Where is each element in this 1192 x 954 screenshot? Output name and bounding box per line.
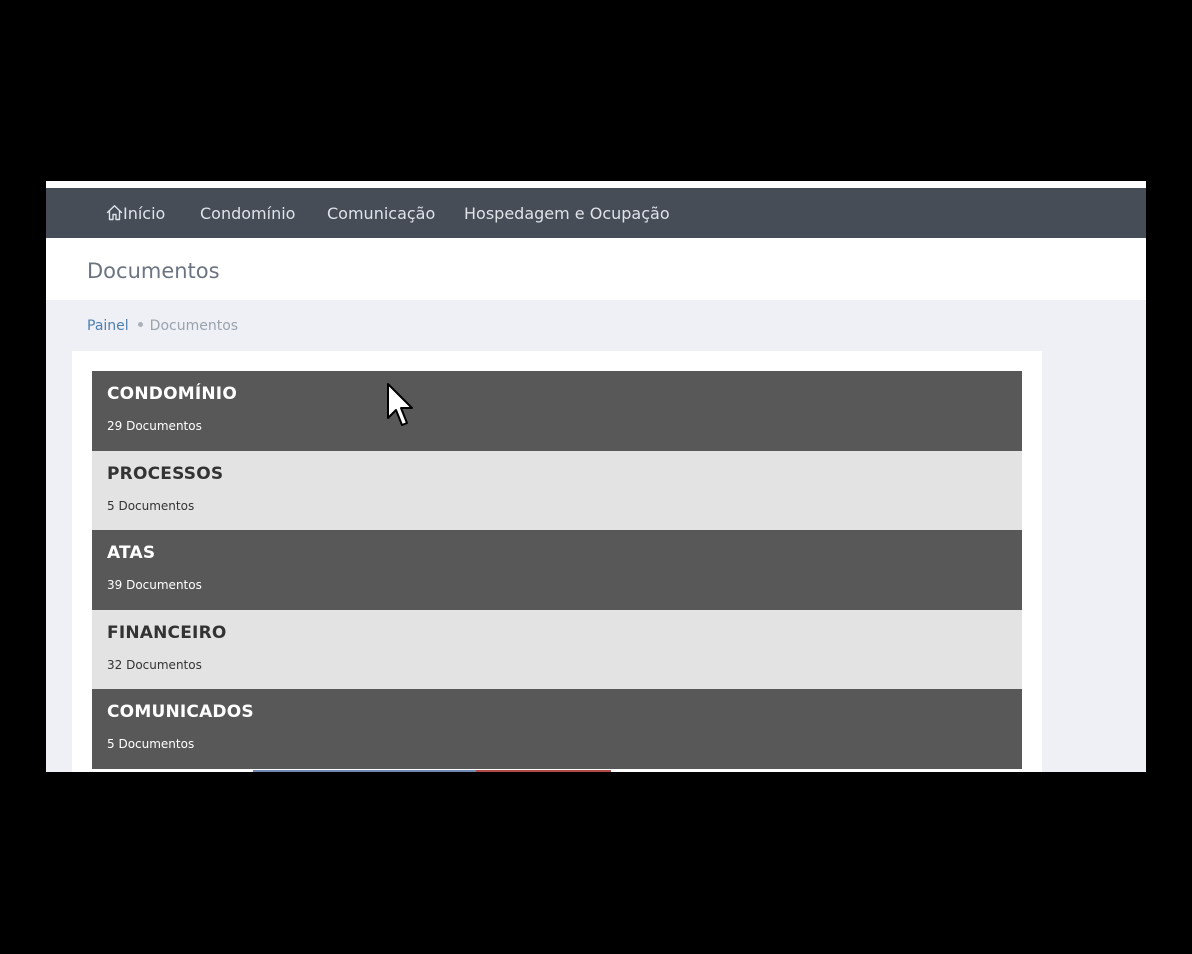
page-title: Documentos [87,259,220,283]
folder-item-processos[interactable]: PROCESSOS 5 Documentos [92,451,1022,530]
nav-item-label: Hospedagem e Ocupação [464,204,670,223]
folder-name: FINANCEIRO [107,623,227,643]
main-navbar: Início Condomínio Comunicação Hospedagem… [46,188,1146,238]
folder-count: 39 Documentos [107,578,202,592]
home-icon [106,205,123,221]
partial-social-strip [253,770,483,772]
nav-item-comunicacao[interactable]: Comunicação [327,204,435,224]
folder-name: CONDOMÍNIO [107,384,237,404]
breadcrumb: Painel Documentos [87,318,238,334]
folder-item-financeiro[interactable]: FINANCEIRO 32 Documentos [92,610,1022,689]
nav-item-label: Início [123,204,166,223]
documents-card: CONDOMÍNIO 29 Documentos PROCESSOS 5 Doc… [72,351,1042,772]
app-window: Início Condomínio Comunicação Hospedagem… [46,181,1146,772]
nav-item-label: Comunicação [327,204,436,223]
folder-count: 5 Documentos [107,499,195,513]
folder-name: PROCESSOS [107,464,224,484]
folder-item-condominio[interactable]: CONDOMÍNIO 29 Documentos [92,371,1022,451]
nav-item-hospedagem[interactable]: Hospedagem e Ocupação [464,204,670,224]
folder-list: CONDOMÍNIO 29 Documentos PROCESSOS 5 Doc… [92,371,1022,769]
top-strip [46,181,1146,188]
mouse-cursor-icon [387,383,413,426]
nav-item-label: Condomínio [200,204,296,223]
folder-count: 29 Documentos [107,419,202,433]
folder-count: 32 Documentos [107,658,202,672]
partial-social-strip [476,770,611,772]
breadcrumb-painel-link[interactable]: Painel [87,318,129,334]
folder-name: COMUNICADOS [107,702,254,722]
folder-count: 5 Documentos [107,737,195,751]
page-header: Documentos [46,238,1146,300]
breadcrumb-separator-icon [137,322,143,327]
folder-item-atas[interactable]: ATAS 39 Documentos [92,530,1022,610]
nav-item-inicio[interactable]: Início [106,204,165,224]
folder-name: ATAS [107,543,156,563]
folder-item-comunicados[interactable]: COMUNICADOS 5 Documentos [92,689,1022,769]
breadcrumb-current: Documentos [149,318,239,334]
nav-item-condominio[interactable]: Condomínio [200,204,295,224]
